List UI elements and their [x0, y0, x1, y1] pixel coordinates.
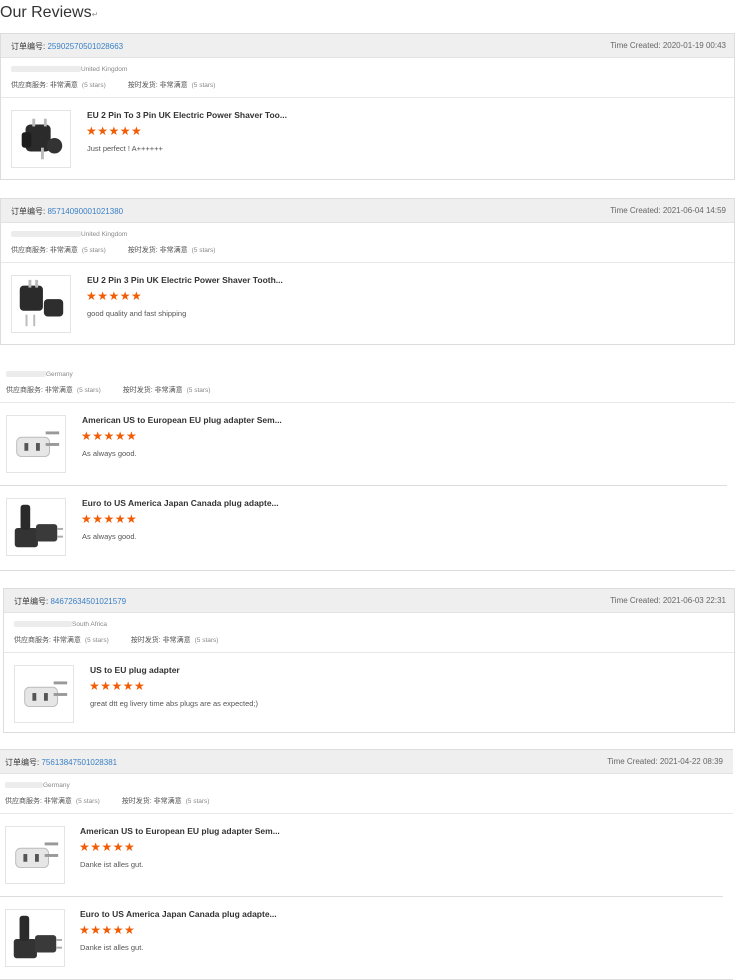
review-comment: Just perfect ! A++++++ — [87, 144, 163, 153]
buyer-country: Germany — [43, 782, 70, 789]
buyer-info: United Kingdom 供应商服务: 非常满意 (5 stars) 按时发货… — [1, 58, 734, 98]
rating-stars: ★★★★★ — [86, 124, 143, 138]
review-comment: Danke ist alles gut. — [80, 943, 144, 952]
buyer-name-blurred — [11, 231, 81, 238]
buyer-info: Germany 供应商服务: 非常满意 (5 stars) 按时发货: 非常满意(… — [0, 363, 735, 403]
us-plug-adapter-icon — [13, 915, 63, 959]
product-thumbnail[interactable] — [11, 110, 71, 168]
time-created: Time Created: 2020-01-19 00:43 — [610, 41, 726, 50]
order-link[interactable]: 84672634501021579 — [50, 597, 126, 606]
eu-plug-adapter-icon — [16, 431, 60, 458]
product-title[interactable]: Euro to US America Japan Canada plug ada… — [80, 909, 277, 919]
order-label: 订单编号: — [11, 207, 46, 216]
review-comment: great dtt eg livery time abs plugs are a… — [90, 699, 259, 708]
time-created: Time Created: 2021-06-03 22:31 — [610, 596, 726, 605]
review-card: 订单编号: 84672634501021579 Time Created: 20… — [3, 588, 735, 733]
rating-stars: ★★★★★ — [86, 289, 143, 303]
seller-ratings: 供应商服务: 非常满意 (5 stars) 按时发货: 非常满意 (5 stars) — [5, 798, 210, 805]
buyer-country: United Kingdom — [81, 66, 128, 73]
order-label: 订单编号: — [5, 758, 40, 767]
order-link[interactable]: 75613847501028381 — [41, 758, 117, 767]
product-title[interactable]: EU 2 Pin 3 Pin UK Electric Power Shaver … — [87, 275, 283, 285]
buyer-info: South Africa 供应商服务: 非常满意 (5 stars) 按时发货: … — [4, 613, 734, 653]
buyer-name-blurred — [6, 371, 46, 378]
eu-plug-adapter-icon — [24, 681, 68, 708]
product-thumbnail[interactable] — [5, 909, 65, 967]
seller-ratings: 供应商服务: 非常满意 (5 stars) 按时发货: 非常满意 (5 stars) — [11, 82, 216, 89]
seller-ratings: 供应商服务: 非常满意 (5 stars) 按时发货: 非常满意 (5 stars) — [11, 247, 216, 254]
review-header: 订单编号: 25902570501028663 Time Created: 20… — [1, 34, 734, 58]
buyer-country: South Africa — [72, 621, 108, 628]
product-thumbnail[interactable] — [6, 415, 66, 473]
eu-plug-adapter-icon — [15, 842, 59, 869]
review-item: US to EU plug adapter ★★★★★ great dtt eg… — [4, 653, 734, 735]
order-link[interactable]: 25902570501028663 — [47, 42, 123, 51]
review-header: 订单编号: 85714090001021380 Time Created: 20… — [1, 199, 734, 223]
review-item: Euro to US America Japan Canada plug ada… — [0, 896, 723, 978]
product-title[interactable]: EU 2 Pin To 3 Pin UK Electric Power Shav… — [87, 110, 287, 120]
buyer-country: United Kingdom — [81, 231, 128, 238]
review-card: 订单编号: 85714090001021380 Time Created: 20… — [0, 198, 735, 345]
time-created: Time Created: 2021-04-22 08:39 — [607, 757, 723, 766]
review-card: Germany 供应商服务: 非常满意 (5 stars) 按时发货: 非常满意(… — [0, 363, 735, 571]
review-header: 订单编号: 84672634501021579 Time Created: 20… — [4, 589, 734, 613]
review-card: 订单编号: 75613847501028381 Time Created: 20… — [0, 749, 733, 980]
review-comment: Danke ist alles gut. — [80, 860, 144, 869]
review-item: American US to European EU plug adapter … — [0, 403, 727, 485]
us-plug-adapter-icon — [14, 504, 64, 548]
buyer-name-blurred — [14, 621, 72, 628]
product-thumbnail[interactable] — [11, 275, 71, 333]
review-card: 订单编号: 25902570501028663 Time Created: 20… — [0, 33, 735, 180]
uk-plug-adapter-icon — [19, 279, 64, 327]
review-item: EU 2 Pin 3 Pin UK Electric Power Shaver … — [1, 263, 734, 345]
product-title[interactable]: American US to European EU plug adapter … — [82, 415, 282, 425]
time-created: Time Created: 2021-06-04 14:59 — [610, 206, 726, 215]
product-title[interactable]: US to EU plug adapter — [90, 665, 180, 675]
review-item: EU 2 Pin To 3 Pin UK Electric Power Shav… — [1, 98, 734, 180]
product-title[interactable]: Euro to US America Japan Canada plug ada… — [82, 498, 279, 508]
product-thumbnail[interactable] — [6, 498, 66, 556]
review-item: American US to European EU plug adapter … — [0, 814, 723, 896]
rating-stars: ★★★★★ — [89, 679, 146, 693]
product-title[interactable]: American US to European EU plug adapter … — [80, 826, 280, 836]
rating-stars: ★★★★★ — [81, 429, 138, 443]
buyer-info: Germany 供应商服务: 非常满意 (5 stars) 按时发货: 非常满意(… — [0, 774, 733, 814]
page-title: Our Reviews↵ — [0, 4, 99, 21]
uk-plug-adapter-icon — [21, 118, 63, 160]
buyer-country: Germany — [46, 371, 73, 378]
seller-ratings: 供应商服务: 非常满意 (5 stars) 按时发货: 非常满意 (5 stars) — [6, 387, 211, 394]
product-thumbnail[interactable] — [5, 826, 65, 884]
order-label: 订单编号: — [14, 597, 49, 606]
review-comment: As always good. — [82, 449, 137, 458]
seller-ratings: 供应商服务: 非常满意 (5 stars) 按时发货: 非常满意 (5 stars) — [14, 637, 219, 644]
buyer-name-blurred — [11, 66, 81, 73]
rating-stars: ★★★★★ — [79, 923, 136, 937]
review-header: 订单编号: 75613847501028381 Time Created: 20… — [0, 750, 733, 774]
review-comment: As always good. — [82, 532, 137, 541]
review-item: Euro to US America Japan Canada plug ada… — [0, 485, 727, 567]
rating-stars: ★★★★★ — [79, 840, 136, 854]
review-comment: good quality and fast shipping — [87, 309, 187, 318]
rating-stars: ★★★★★ — [81, 512, 138, 526]
product-thumbnail[interactable] — [14, 665, 74, 723]
order-link[interactable]: 85714090001021380 — [47, 207, 123, 216]
order-label: 订单编号: — [11, 42, 46, 51]
buyer-name-blurred — [5, 782, 43, 789]
buyer-info: United Kingdom 供应商服务: 非常满意 (5 stars) 按时发货… — [1, 223, 734, 263]
